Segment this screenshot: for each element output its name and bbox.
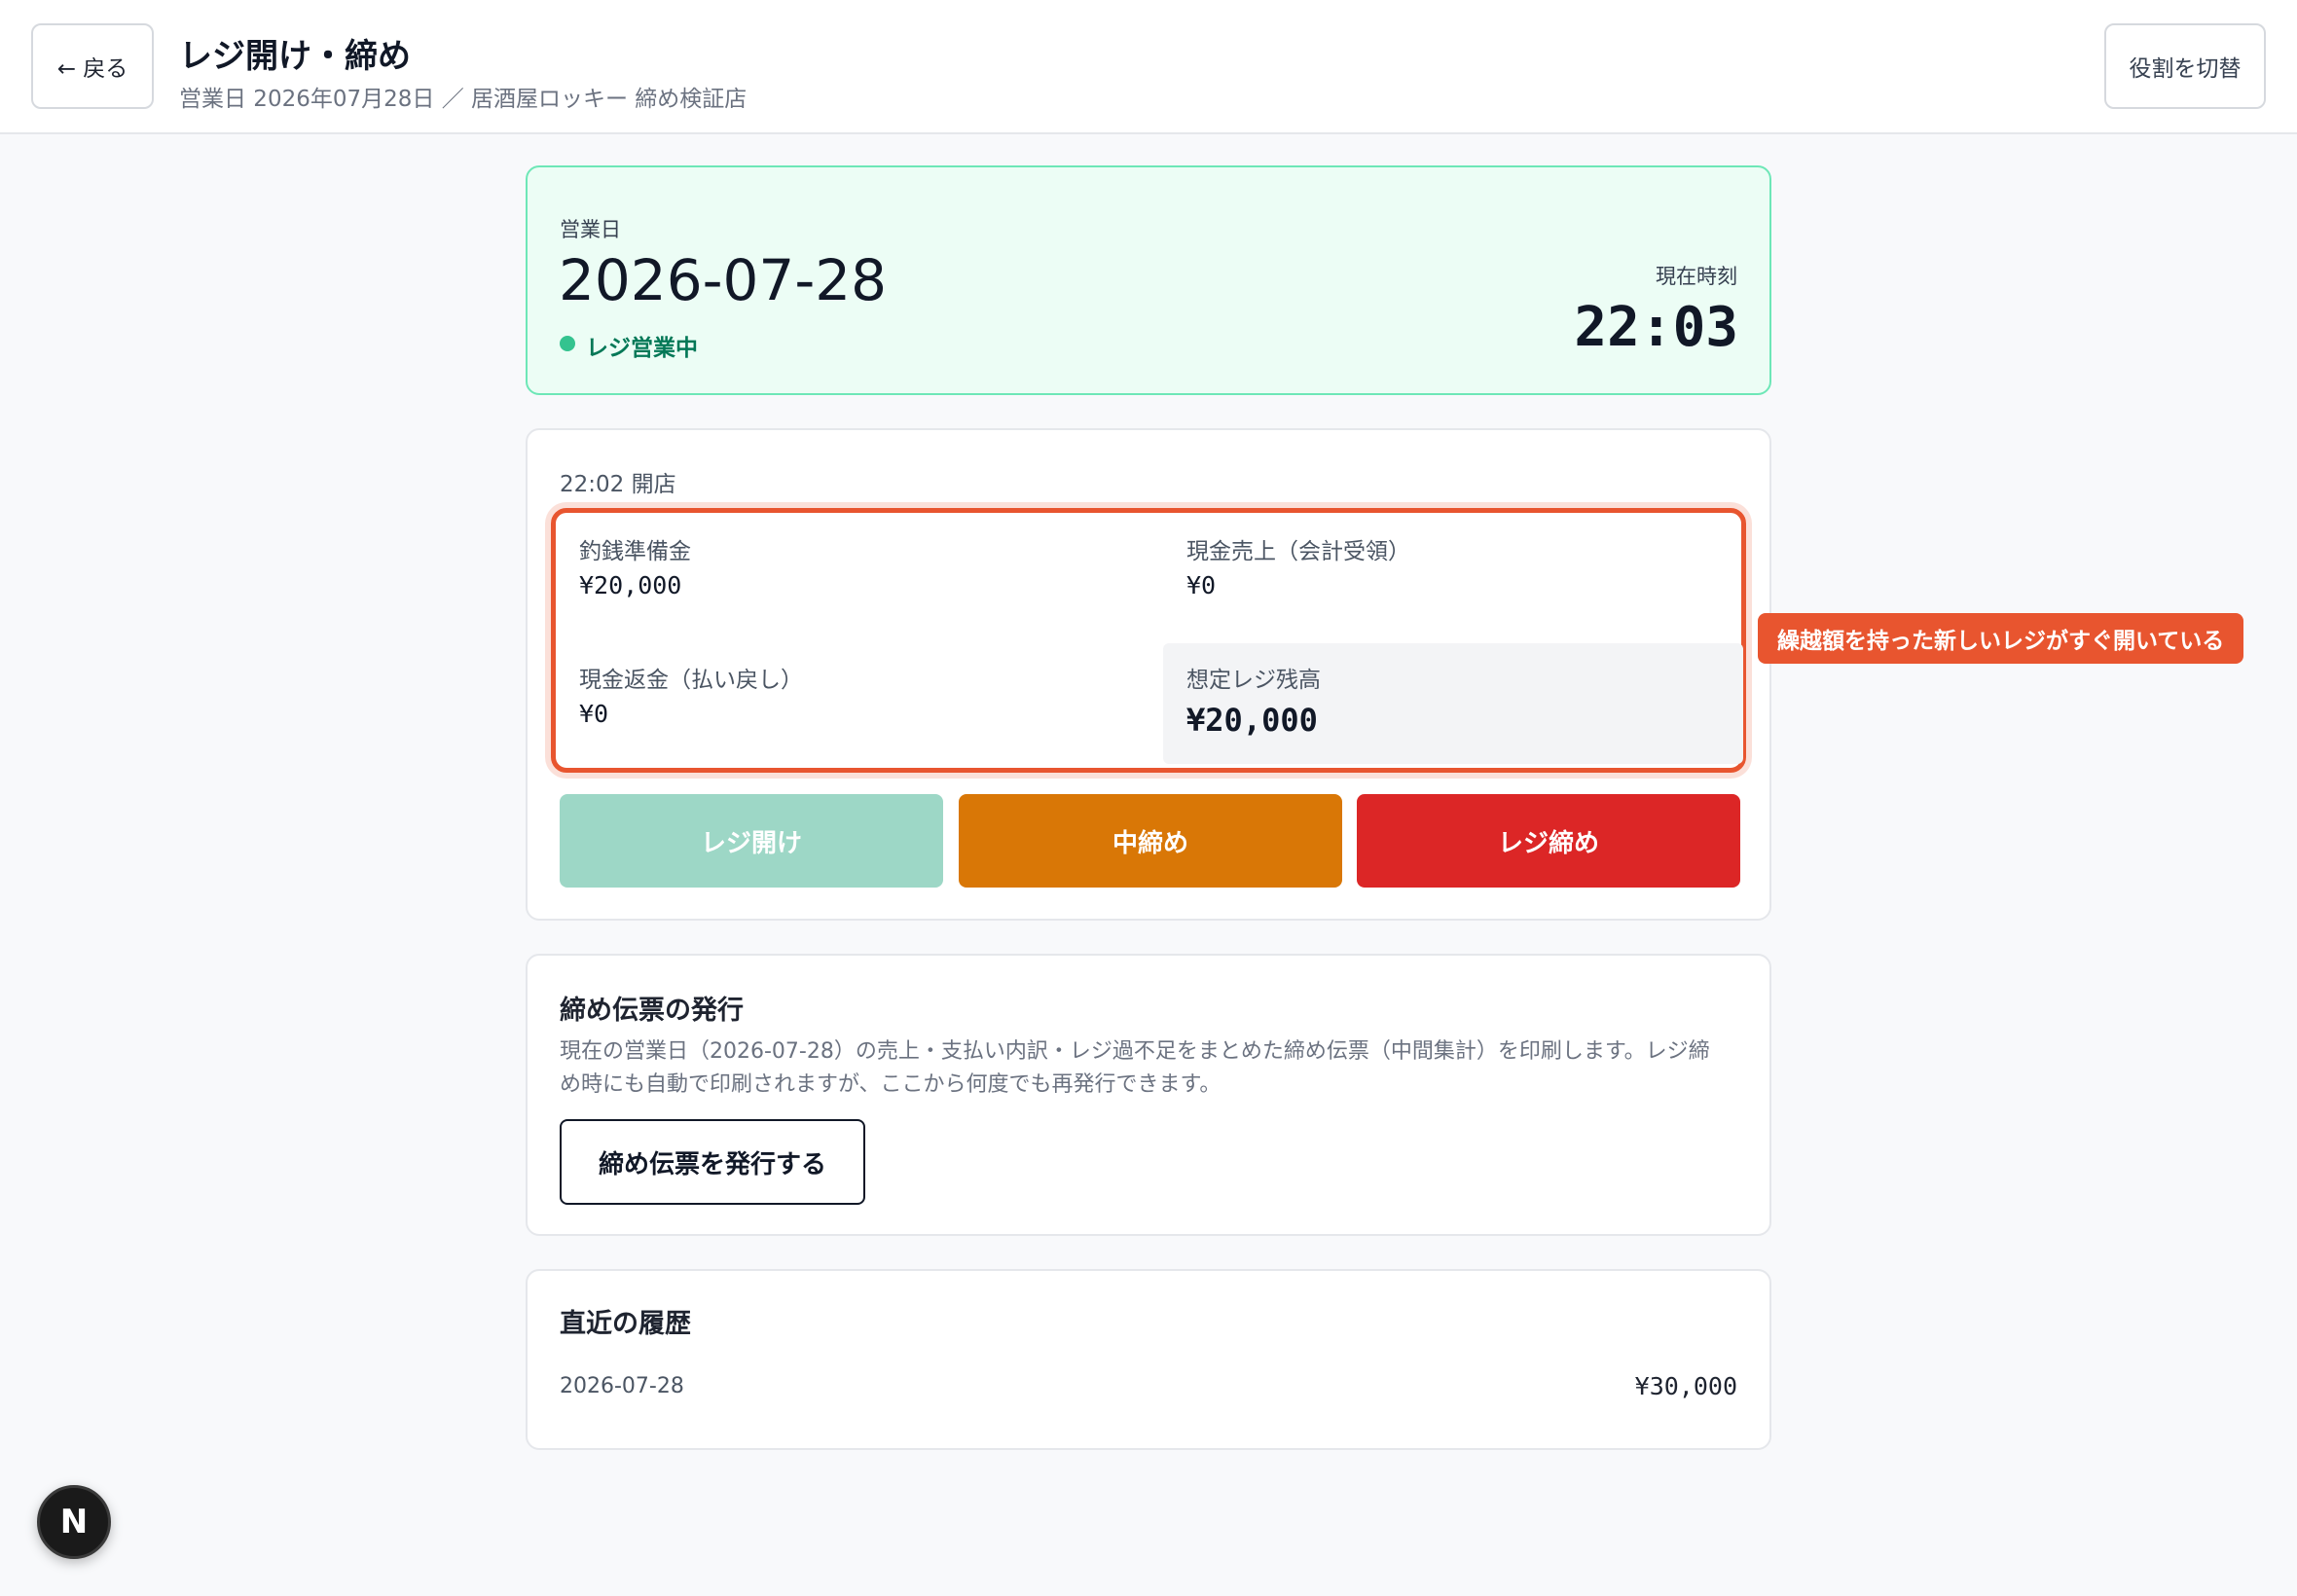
page-title: レジ開け・締め bbox=[179, 37, 411, 76]
history-title: 直近の履歴 bbox=[560, 1309, 691, 1339]
cash-sales-cell: 現金売上（会計受領） ¥0 bbox=[1186, 532, 1761, 649]
register-open-button[interactable]: レジ開け bbox=[560, 794, 943, 888]
cash-refund-value: ¥0 bbox=[579, 700, 609, 728]
issue-slip-button[interactable]: 締め伝票を発行する bbox=[560, 1119, 865, 1205]
change-fund-value: ¥20,000 bbox=[579, 571, 682, 599]
history-row-date: 2026-07-28 bbox=[560, 1374, 684, 1398]
history-card: 直近の履歴 2026-07-28 ¥30,000 bbox=[526, 1269, 1771, 1450]
change-fund-cell: 釣銭準備金 ¥20,000 bbox=[579, 532, 1153, 649]
slip-title: 締め伝票の発行 bbox=[560, 996, 744, 1026]
back-button[interactable]: ← 戻る bbox=[31, 23, 154, 109]
register-status-card: 営業日 2026-07-28 レジ営業中 現在時刻 22:03 bbox=[526, 165, 1771, 395]
page-subtitle: 営業日 2026年07月28日 ／ 居酒屋ロッキー 締め検証店 bbox=[179, 87, 747, 112]
cash-refund-cell: 現金返金（払い戻し） ¥0 bbox=[579, 661, 1153, 778]
business-day-label: 営業日 bbox=[560, 218, 621, 241]
history-row-amount: ¥30,000 bbox=[1634, 1372, 1737, 1400]
cash-sales-label: 現金売上（会計受領） bbox=[1186, 539, 1410, 564]
mid-close-button[interactable]: 中締め bbox=[959, 794, 1342, 888]
change-fund-label: 釣銭準備金 bbox=[579, 539, 691, 564]
expected-balance-value: ¥20,000 bbox=[1186, 702, 1318, 739]
status-dot-icon bbox=[560, 336, 575, 351]
page-header: ← 戻る レジ開け・締め 営業日 2026年07月28日 ／ 居酒屋ロッキー 締… bbox=[0, 0, 2297, 134]
current-time-value: 22:03 bbox=[1574, 296, 1738, 359]
cash-refund-label: 現金返金（払い戻し） bbox=[579, 668, 803, 693]
cash-sales-value: ¥0 bbox=[1186, 571, 1217, 599]
open-time: 22:02 開店 bbox=[560, 472, 676, 497]
role-switch-button[interactable]: 役割を切替 bbox=[2104, 23, 2266, 109]
register-close-button[interactable]: レジ締め bbox=[1357, 794, 1740, 888]
closing-slip-card: 締め伝票の発行 現在の営業日（2026-07-28）の売上・支払い内訳・レジ過不… bbox=[526, 954, 1771, 1236]
register-status-text: レジ営業中 bbox=[586, 336, 698, 361]
expected-balance-label: 想定レジ残高 bbox=[1186, 668, 1321, 693]
annotation-callout: 繰越額を持った新しいレジがすぐ開いている bbox=[1758, 613, 2244, 664]
current-time-label: 現在時刻 bbox=[1656, 265, 1737, 288]
register-card: 22:02 開店 釣銭準備金 ¥20,000 現金売上（会計受領） ¥0 現金返… bbox=[526, 428, 1771, 921]
slip-description: 現在の営業日（2026-07-28）の売上・支払い内訳・レジ過不足をまとめた締め… bbox=[560, 1039, 1710, 1097]
business-day-value: 2026-07-28 bbox=[559, 247, 888, 313]
nextjs-devtools-icon[interactable]: N bbox=[37, 1485, 111, 1559]
register-breakdown: 釣銭準備金 ¥20,000 現金売上（会計受領） ¥0 現金返金（払い戻し） ¥… bbox=[551, 508, 1746, 773]
expected-balance-cell: 想定レジ残高 ¥20,000 bbox=[1163, 643, 1743, 764]
